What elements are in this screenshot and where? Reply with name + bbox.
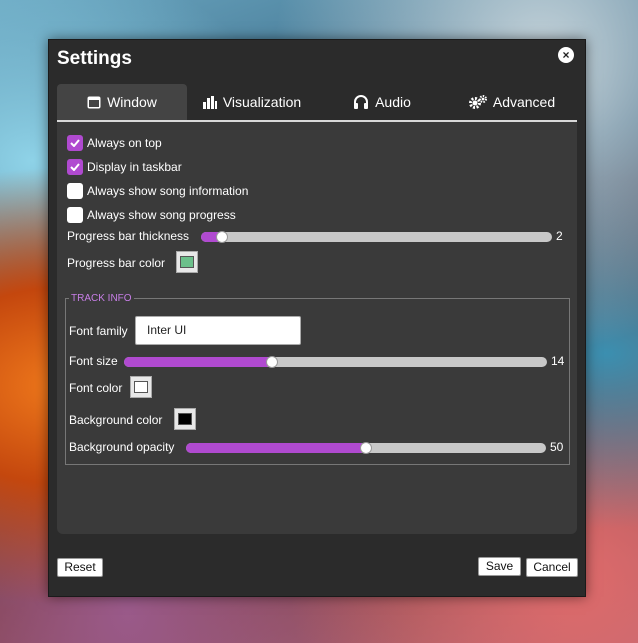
tab-advanced[interactable]: Advanced [447,84,577,120]
progress-color-picker[interactable] [176,251,198,273]
slider-handle[interactable] [216,231,229,243]
background-color-picker[interactable] [174,408,196,430]
background-opacity-slider[interactable] [186,442,546,454]
cancel-button[interactable]: Cancel [526,558,578,577]
show-song-info-checkbox[interactable] [67,183,83,199]
color-swatch [178,413,192,425]
tab-label: Visualization [222,94,302,110]
tab-window[interactable]: Window [57,84,187,120]
show-song-progress-row: Always show song progress [67,207,236,223]
gears-icon [468,95,487,109]
show-song-info-row: Always show song information [67,183,248,199]
dialog-title: Settings [57,48,132,69]
color-swatch [180,256,194,268]
font-family-input[interactable]: Inter UI [135,316,301,345]
display-in-taskbar-checkbox[interactable] [67,159,83,175]
tab-label: Audio [375,94,411,110]
show-song-progress-checkbox[interactable] [67,207,83,223]
font-color-picker[interactable] [130,376,152,398]
always-on-top-label: Always on top [87,136,162,150]
progress-thickness-label: Progress bar thickness [67,229,190,243]
progress-thickness-slider[interactable] [201,231,552,243]
track-info-legend: TRACK INFO [71,293,132,304]
slider-handle[interactable] [360,442,372,454]
slider-handle[interactable] [266,356,279,368]
reset-button[interactable]: Reset [57,558,103,577]
color-swatch [134,381,148,393]
background-opacity-label: Background opacity [69,440,175,454]
tab-audio[interactable]: Audio [317,84,447,120]
tab-visualization[interactable]: Visualization [187,84,317,120]
font-color-label: Font color [69,381,123,395]
tab-bar: Window Visualization Audio Advanced [57,84,577,122]
show-song-progress-label: Always show song progress [87,208,236,222]
slider-fill [124,357,273,367]
display-in-taskbar-label: Display in taskbar [87,160,182,174]
settings-dialog: Settings × Window Visualization Audio Ad… [48,39,586,597]
tab-label: Advanced [492,94,556,110]
show-song-info-label: Always show song information [87,184,249,198]
background-color-label: Background color [69,413,163,427]
font-size-slider[interactable] [124,356,547,368]
slider-fill [186,443,366,453]
headphones-icon [353,95,369,109]
progress-thickness-value: 2 [556,229,563,243]
bar-chart-icon [202,95,217,109]
close-icon[interactable]: × [558,47,574,63]
progress-color-label: Progress bar color [67,256,166,270]
font-size-label: Font size [69,354,118,368]
always-on-top-checkbox[interactable] [67,135,83,151]
save-button[interactable]: Save [478,557,521,576]
background-opacity-value: 50 [550,440,564,454]
font-family-label: Font family [69,324,128,338]
always-on-top-row: Always on top [67,135,162,151]
window-icon [87,96,101,109]
tab-label: Window [107,94,157,110]
window-settings-panel: Always on top Display in taskbar Always … [57,122,577,534]
font-size-value: 14 [551,354,565,368]
display-in-taskbar-row: Display in taskbar [67,159,182,175]
